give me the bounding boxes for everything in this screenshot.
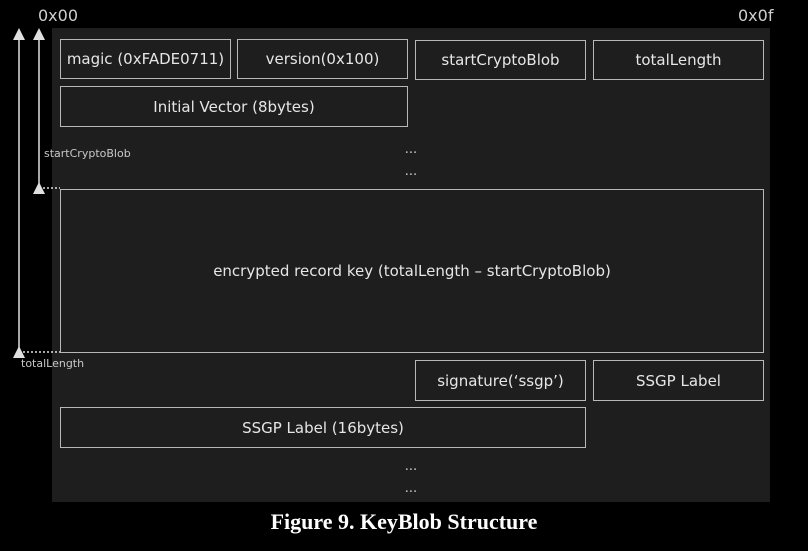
start-crypto-blob-marker-label: startCryptoBlob xyxy=(44,147,131,160)
ellipsis-4: ... xyxy=(404,481,418,496)
total-length-label: totalLength xyxy=(635,51,722,69)
total-length-marker-label: totalLength xyxy=(21,357,85,370)
ellipsis-3: ... xyxy=(404,459,418,474)
signature-field: signature(‘ssgp’) xyxy=(415,360,586,401)
encrypted-record-key-field: encrypted record key (totalLength – star… xyxy=(60,189,764,353)
ssgp-label-16-field: SSGP Label (16bytes) xyxy=(60,407,586,448)
initial-vector-label: Initial Vector (8bytes) xyxy=(153,97,315,116)
encrypted-record-key-label: encrypted record key (totalLength – star… xyxy=(213,262,611,280)
signature-label: signature(‘ssgp’) xyxy=(437,371,564,390)
start-crypto-blob-field: startCryptoBlob xyxy=(415,40,586,80)
ellipsis-2: ... xyxy=(404,164,418,179)
initial-vector-field: Initial Vector (8bytes) xyxy=(60,86,408,127)
figure-caption: Figure 9. KeyBlob Structure xyxy=(270,509,538,534)
version-label: version(0x100) xyxy=(265,50,380,68)
version-field: version(0x100) xyxy=(237,39,408,79)
magic-label: magic (0xFADE0711) xyxy=(66,50,225,68)
ellipsis-1: ... xyxy=(404,142,418,157)
total-length-field: totalLength xyxy=(593,40,764,80)
magic-field: magic (0xFADE0711) xyxy=(60,39,231,79)
start-crypto-blob-label: startCryptoBlob xyxy=(441,51,560,69)
ssgp-label-field: SSGP Label xyxy=(593,360,764,401)
ssgp-label-text: SSGP Label xyxy=(636,371,721,390)
ssgp-label-16-text: SSGP Label (16bytes) xyxy=(242,418,404,437)
